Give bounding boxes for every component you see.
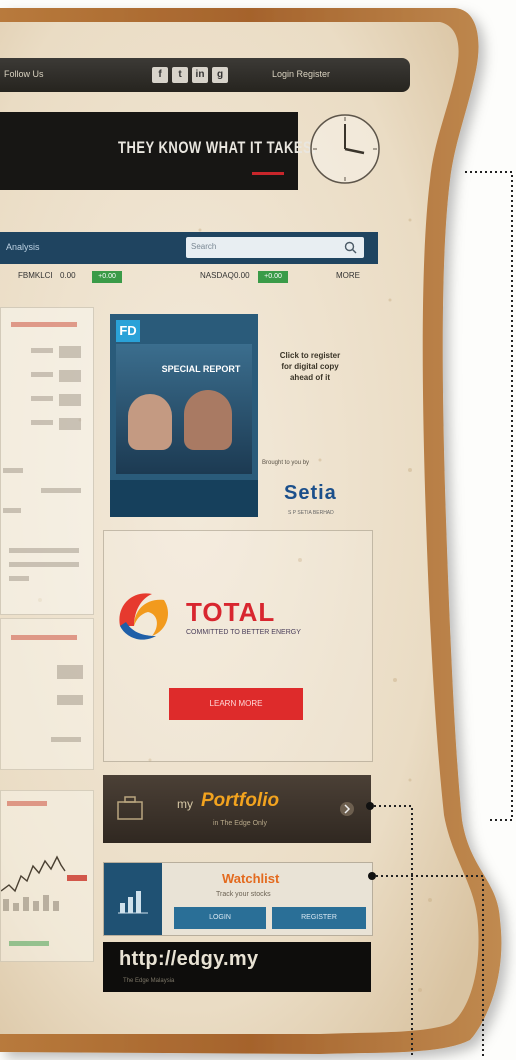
stock-chart: [1, 855, 87, 911]
ticker-strip: FBMKLCI 0.00 +0.00 NASDAQ 0.00 +0.00 MOR…: [0, 268, 378, 284]
cover-headline: SPECIAL REPORT: [161, 364, 241, 374]
setia-sub: S P SETIA BERHAD: [288, 510, 334, 516]
watchlist-icon-panel: [104, 863, 162, 935]
total-brand: TOTAL: [186, 597, 276, 627]
watchlist-title: Watchlist: [222, 871, 280, 886]
ticker-value: 0.00: [60, 271, 76, 280]
clock-icon: [310, 114, 380, 184]
facebook-icon[interactable]: f: [152, 67, 168, 83]
chart-panel: [0, 790, 94, 962]
portfolio-title: Portfolio: [201, 790, 280, 811]
google-icon[interactable]: g: [212, 67, 228, 83]
top-banner-ad[interactable]: THEY KNOW WHAT IT TAKES.: [0, 112, 316, 190]
banner-slogan: THEY KNOW WHAT IT TAKES.: [118, 138, 317, 157]
edgy-url: http://edgy.my: [119, 948, 259, 970]
arrow-right-icon[interactable]: [339, 801, 355, 817]
total-ad[interactable]: [103, 530, 373, 762]
digital-edition-ad[interactable]: FD SPECIAL REPORT: [110, 314, 258, 517]
login-register-link[interactable]: Login Register: [272, 69, 330, 79]
ticker-change-badge: +0.00: [258, 271, 288, 283]
ticker-name: FBMKLCI: [18, 271, 53, 280]
ticker-value: 0.00: [234, 271, 250, 280]
edgy-sub: The Edge Malaysia: [123, 978, 175, 984]
market-panel: [0, 307, 94, 615]
briefcase-icon: [117, 796, 143, 820]
register-text[interactable]: Click to register for digital copy ahead…: [275, 350, 345, 383]
nav-bar: Analysis Search: [0, 232, 378, 264]
total-tagline: COMMITTED TO BETTER ENERGY: [186, 629, 301, 636]
watchlist-sub: Track your stocks: [216, 891, 271, 898]
nav-item-analysis[interactable]: Analysis: [6, 242, 40, 252]
total-logo-icon: [119, 593, 168, 640]
search-icon[interactable]: [344, 241, 357, 254]
register-button[interactable]: REGISTER: [272, 907, 366, 929]
market-panel-2: [0, 618, 94, 770]
my-portfolio-banner[interactable]: my Portfolio in The Edge Only: [103, 775, 371, 843]
login-button[interactable]: LOGIN: [174, 907, 266, 929]
watchlist-banner[interactable]: Watchlist Track your stocks LOGIN REGIST…: [103, 862, 373, 936]
edgy-banner[interactable]: http://edgy.my The Edge Malaysia: [103, 942, 371, 992]
linkedin-icon[interactable]: in: [192, 67, 208, 83]
ticker-name: NASDAQ: [200, 271, 234, 280]
ticker-change-badge: +0.00: [92, 271, 122, 283]
twitter-icon[interactable]: t: [172, 67, 188, 83]
portfolio-my: my: [177, 797, 193, 811]
fd-logo: FD: [116, 320, 140, 342]
search-placeholder: Search: [191, 242, 217, 251]
sponsored-label: Brought to you by: [262, 460, 310, 466]
cover-photo-person: [128, 394, 172, 450]
more-link[interactable]: MORE: [336, 271, 360, 280]
search-input[interactable]: Search: [186, 237, 364, 258]
setia-logo[interactable]: Setia: [284, 482, 337, 505]
follow-text: Follow Us: [4, 69, 44, 79]
banner-accent: [252, 172, 284, 175]
portfolio-sub: in The Edge Only: [213, 820, 267, 827]
ad-footer-strip: [110, 480, 258, 517]
learn-more-button[interactable]: LEARN MORE: [169, 688, 303, 720]
learn-more-label: LEARN MORE: [209, 699, 263, 708]
cover-photo-person: [184, 390, 232, 450]
bar-chart-icon: [118, 891, 148, 914]
top-bar: Follow Us f t in g Login Register: [0, 58, 410, 92]
